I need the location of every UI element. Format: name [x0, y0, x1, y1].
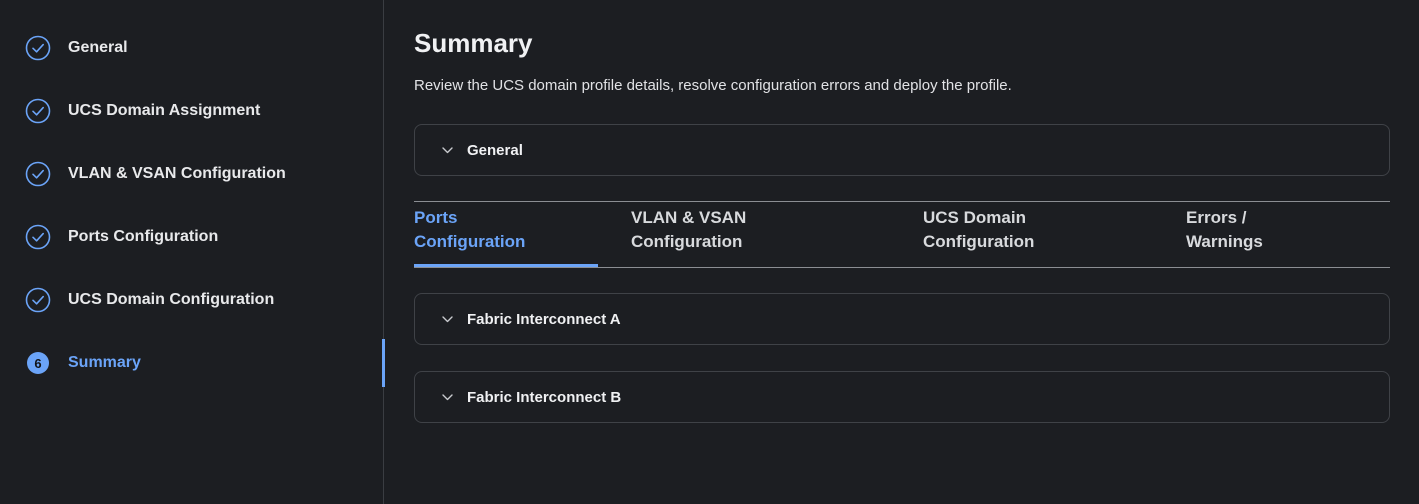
step-label: UCS Domain Assignment	[68, 102, 261, 119]
step-number-badge: 6	[24, 349, 52, 377]
step-vlan-vsan-configuration[interactable]: VLAN & VSAN Configuration	[24, 157, 286, 191]
tab-label-line: Configuration	[631, 232, 743, 251]
app-window: General UCS Domain Assignment VLAN & VSA…	[0, 0, 1419, 504]
step-general[interactable]: General	[24, 31, 128, 65]
tab-ucs-domain-configuration[interactable]: UCS Domain Configuration	[923, 206, 1034, 254]
tab-label-line: Ports	[414, 208, 458, 227]
tab-label-line: UCS Domain	[923, 208, 1026, 227]
summary-tabs: Ports Configuration VLAN & VSAN Configur…	[414, 201, 1390, 268]
check-circle-icon	[24, 160, 52, 188]
step-label: Ports Configuration	[68, 228, 219, 245]
active-tab-underline	[414, 264, 598, 267]
section-label: Fabric Interconnect A	[467, 310, 621, 328]
section-label: General	[467, 141, 523, 159]
main-content: Summary Review the UCS domain profile de…	[384, 0, 1419, 504]
section-label: Fabric Interconnect B	[467, 388, 622, 406]
tab-label-line: VLAN & VSAN	[631, 208, 747, 227]
step-label: VLAN & VSAN Configuration	[68, 165, 286, 182]
tab-label-line: Warnings	[1186, 232, 1263, 251]
tab-label-line: Configuration	[414, 232, 526, 251]
page-title: Summary	[414, 28, 533, 58]
check-circle-icon	[24, 286, 52, 314]
fabric-interconnect-b-toggle[interactable]: Fabric Interconnect B	[414, 371, 1390, 423]
page-description: Review the UCS domain profile details, r…	[414, 77, 1012, 94]
step-ports-configuration[interactable]: Ports Configuration	[24, 220, 218, 254]
tab-label-line: Errors /	[1186, 208, 1247, 227]
check-circle-icon	[24, 223, 52, 251]
fabric-interconnect-a-toggle[interactable]: Fabric Interconnect A	[414, 293, 1390, 345]
step-ucs-domain-assignment[interactable]: UCS Domain Assignment	[24, 94, 260, 128]
tab-vlan-vsan-configuration[interactable]: VLAN & VSAN Configuration	[631, 206, 746, 254]
chevron-down-icon	[441, 313, 453, 325]
tab-label-line: Configuration	[923, 232, 1035, 251]
check-circle-icon	[24, 34, 52, 62]
chevron-down-icon	[441, 391, 453, 403]
tab-ports-configuration[interactable]: Ports Configuration	[414, 206, 525, 254]
step-ucs-domain-configuration[interactable]: UCS Domain Configuration	[24, 283, 274, 317]
step-label: UCS Domain Configuration	[68, 291, 275, 308]
step-label: General	[68, 39, 128, 56]
wizard-steps-sidebar: General UCS Domain Assignment VLAN & VSA…	[0, 0, 385, 504]
step-label: Summary	[68, 354, 141, 371]
general-section-toggle[interactable]: General	[414, 124, 1390, 176]
step-summary[interactable]: 6 Summary	[24, 346, 141, 380]
step-number: 6	[27, 352, 49, 374]
chevron-down-icon	[441, 144, 453, 156]
check-circle-icon	[24, 97, 52, 125]
tab-errors-warnings[interactable]: Errors / Warnings	[1186, 206, 1263, 254]
